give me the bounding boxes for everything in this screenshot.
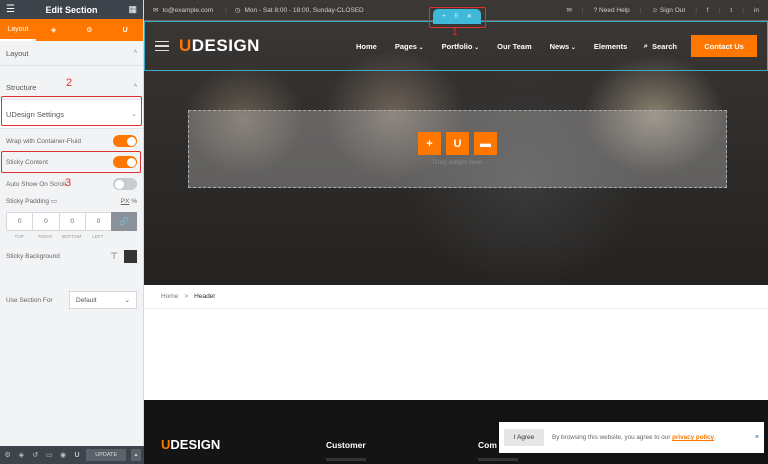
padding-right-input[interactable]: 0 <box>32 212 60 231</box>
twitter-icon[interactable]: t <box>730 7 732 14</box>
menu-item-news[interactable]: News <box>550 42 576 51</box>
site-logo[interactable]: UDESIGN <box>179 36 260 56</box>
folder-template-button[interactable]: ▬ <box>474 132 497 155</box>
hamburger-menu-icon[interactable]: ☰ <box>6 4 22 15</box>
dropzone-hint: Drag widget here <box>432 159 483 166</box>
footer-link-placeholder <box>326 458 366 461</box>
contact-us-button[interactable]: Contact Us <box>691 35 757 57</box>
link-values-icon[interactable]: 🔗 <box>111 212 137 231</box>
layers-icon: ◈ <box>50 27 57 34</box>
history-icon[interactable]: ↺ <box>31 451 40 459</box>
padding-side-labels: TOP RIGHT BOTTOM LEFT <box>14 234 104 239</box>
menu-item-pages[interactable]: Pages <box>395 42 424 51</box>
menu-item-portfolio[interactable]: Portfolio <box>442 42 480 51</box>
add-widget-button[interactable]: + <box>418 132 441 155</box>
use-section-for-select[interactable]: Default ⌄ <box>69 291 137 309</box>
padding-left-input[interactable]: 0 <box>84 212 112 231</box>
editor-sidebar: ☰ Edit Section ▦ Layout ◈ ⚙ U Layout ^ S… <box>0 0 144 464</box>
udesign-template-button[interactable]: U <box>446 132 469 155</box>
wrap-container-fluid-toggle[interactable] <box>113 135 137 147</box>
mail-icon[interactable]: ✉ <box>566 6 571 14</box>
gear-icon: ⚙ <box>86 27 93 34</box>
unit-percent[interactable]: % <box>131 198 137 205</box>
menu-item-our-team[interactable]: Our Team <box>497 42 531 51</box>
cookie-text: By browsing this website, you agree to o… <box>552 434 716 441</box>
unit-px[interactable]: PX <box>121 198 130 205</box>
sidebar-header: ☰ Edit Section ▦ <box>0 0 143 19</box>
hamburger-menu-icon[interactable] <box>155 40 169 52</box>
cookie-agree-button[interactable]: I Agree <box>504 429 544 446</box>
envelope-icon: ✉ <box>153 7 159 14</box>
sticky-padding-inputs: 0 0 0 0 🔗 <box>6 212 137 231</box>
wrap-container-fluid-row: Wrap with Container-Fluid <box>6 135 137 147</box>
main-menu: Home Pages Portfolio Our Team News Eleme… <box>356 42 627 51</box>
help-icon: ? <box>593 6 598 14</box>
udesign-icon: U <box>122 26 128 34</box>
tab-layout[interactable]: Layout <box>0 19 36 41</box>
sidebar-title: Edit Section <box>45 4 98 15</box>
update-options-arrow[interactable]: ▴ <box>131 449 141 461</box>
sidebar-tabs: Layout ◈ ⚙ U <box>0 19 143 41</box>
padding-bottom-input[interactable]: 0 <box>58 212 86 231</box>
section-layout[interactable]: Layout ^ <box>0 41 143 66</box>
widget-dropzone[interactable]: + U ▬ Drag widget here <box>188 110 727 188</box>
preview-eye-icon[interactable]: ◉ <box>59 451 68 459</box>
menu-item-home[interactable]: Home <box>356 42 377 51</box>
privacy-policy-link[interactable]: privacy policy <box>672 434 714 441</box>
footer-link-placeholder <box>478 458 518 461</box>
color-swatch[interactable] <box>124 250 137 263</box>
responsive-icon[interactable]: ▭ <box>45 451 54 459</box>
paint-roller-icon[interactable]: ⊤ <box>110 251 118 262</box>
breadcrumb-current: Header <box>194 293 216 300</box>
auto-show-on-scroll-toggle[interactable] <box>113 178 137 190</box>
tab-advanced[interactable]: ⚙ <box>72 19 108 41</box>
sidebar-footer: ⚙ ◈ ↺ ▭ ◉ U UPDATE ▴ <box>0 446 144 464</box>
footer-heading-customer: Customer <box>326 440 366 450</box>
update-button[interactable]: UPDATE <box>86 449 127 461</box>
user-icon: ☺ <box>651 6 659 14</box>
breadcrumb-divider <box>144 308 768 309</box>
chevron-up-icon: ^ <box>133 49 137 57</box>
annotation-box-udesign-settings <box>1 96 142 126</box>
search-icon: ⌕ <box>643 41 648 50</box>
cookie-banner: I Agree By browsing this website, you ag… <box>499 422 764 453</box>
sticky-padding-row: Sticky Padding ▭ PX % <box>6 197 137 206</box>
use-section-for-row: Use Section For Default ⌄ <box>6 291 137 309</box>
widgets-grid-icon[interactable]: ▦ <box>121 4 137 15</box>
annotation-number-3: 3 <box>65 177 72 189</box>
sticky-background-row: Sticky Background ⊤ <box>6 250 137 263</box>
tab-style[interactable]: ◈ <box>36 19 72 41</box>
page-preview: ✉ to@example.com | ◷ Mon - Sat 8:00 - 18:0… <box>144 0 768 464</box>
udesign-icon[interactable]: U <box>73 452 82 459</box>
annotation-number-1: 1 <box>452 27 458 38</box>
topbar-hours: Mon - Sat 8:00 - 18:00, Sunday-CLOSED <box>244 6 364 14</box>
facebook-icon[interactable]: f <box>707 7 709 14</box>
annotation-box-sticky-content <box>1 151 141 173</box>
clock-icon: ◷ <box>234 7 241 14</box>
menu-item-elements[interactable]: Elements <box>594 42 627 51</box>
sign-out-link[interactable]: Sign Out <box>660 7 685 14</box>
auto-show-on-scroll-row: Auto Show On Scroll <box>6 178 137 190</box>
footer-logo[interactable]: UDESIGN <box>161 437 220 452</box>
search-button[interactable]: ⌕ Search <box>644 41 677 51</box>
breadcrumb-home[interactable]: Home <box>161 293 178 300</box>
footer-heading-company: Com <box>478 440 497 450</box>
padding-top-input[interactable]: 0 <box>6 212 34 231</box>
close-icon[interactable]: × <box>755 434 759 441</box>
chevron-down-icon: ⌄ <box>124 297 130 304</box>
annotation-box-section-handle <box>429 7 486 28</box>
chevron-up-icon: ^ <box>133 83 137 91</box>
breadcrumb: Home > Header <box>161 293 216 300</box>
annotation-number-2: 2 <box>66 77 73 89</box>
tab-udesign[interactable]: U <box>107 19 143 41</box>
gear-icon[interactable]: ⚙ <box>3 451 12 459</box>
layers-icon[interactable]: ◈ <box>17 451 26 459</box>
topbar-email[interactable]: to@example.com <box>162 7 213 14</box>
linkedin-icon[interactable]: in <box>754 7 759 14</box>
need-help-link[interactable]: Need Help <box>599 7 630 14</box>
desktop-icon[interactable]: ▭ <box>51 198 57 205</box>
